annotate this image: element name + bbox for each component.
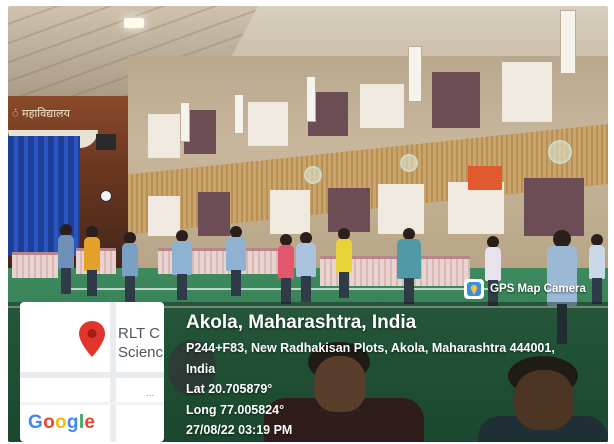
gps-map-camera-icon [464,279,484,299]
wall-panel [524,178,584,236]
wall-lamp [180,102,190,142]
map-road [20,372,164,378]
wall-fan [304,166,322,184]
wall-fan [548,140,572,164]
wall-panel [148,114,180,158]
address-country: India [186,361,216,376]
timestamp: 27/08/22 03:19 PM [186,423,293,437]
wall-fan [400,154,418,172]
table [12,252,58,278]
latitude: Lat 20.705879° [186,382,273,396]
student [120,232,140,302]
student [170,230,194,304]
longitude: Long 77.005824° [186,402,285,417]
google-logo: Google [28,412,96,433]
address-line: P244+F83, New Radhakisan Plots, Akola, M… [186,341,555,355]
speaker [96,134,116,150]
photo-frame: ं महाविद्यालय GPS Map Camera RLT C Scien… [8,6,608,442]
student [394,228,424,312]
wall-panel [432,72,480,128]
notice-board [468,166,502,190]
gps-map-camera-badge: GPS Map Camera [464,278,586,300]
map-more-dots: ... [146,388,155,399]
wall-panel [502,62,552,122]
map-road [110,302,116,442]
wall-lamp [306,76,316,122]
location-title: Akola, Maharashtra, India [186,312,417,333]
student [82,226,102,296]
ceiling-light [124,18,144,28]
wall-lamp [408,46,422,102]
wall-sign: ं महाविद्यालय [12,107,70,120]
wall-clock [100,190,112,202]
wall-panel [248,102,288,146]
wall-panel [328,188,370,232]
wall-lamp [234,94,244,134]
student [334,228,354,298]
wall-panel [270,190,310,234]
wall-lamp [560,10,576,74]
wall-panel [360,84,404,128]
map-road [20,402,164,405]
student [276,234,296,304]
location-info: Akola, Maharashtra, India P244+F83, New … [186,312,606,441]
student [224,226,248,300]
map-pin-icon [79,321,105,357]
gps-app-label: GPS Map Camera [490,283,586,295]
map-thumbnail[interactable]: RLT C Scienc ... Google [20,302,164,442]
student [294,232,318,306]
student [56,224,76,294]
map-place-label: RLT C Scienc [118,325,164,361]
wall-panel [378,184,424,234]
